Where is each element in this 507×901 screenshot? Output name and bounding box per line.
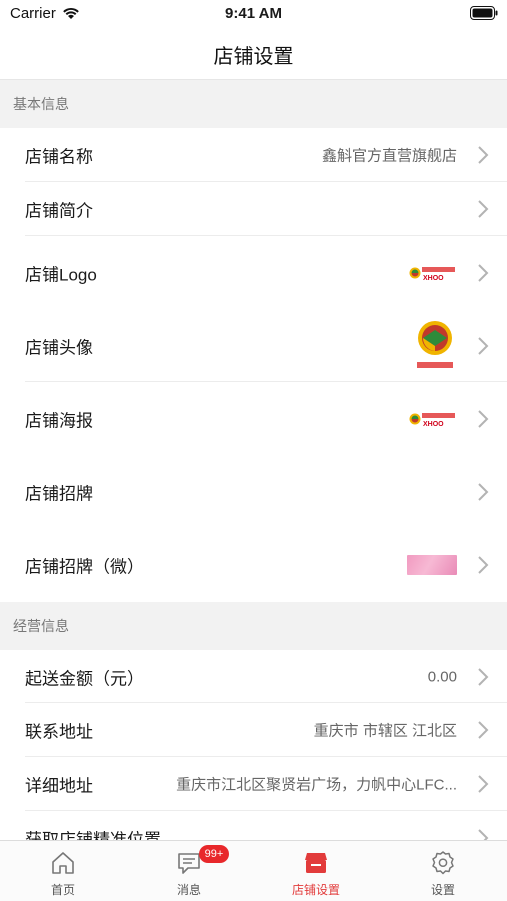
row-contact-address[interactable]: 联系地址 重庆市 市辖区 江北区: [0, 703, 507, 757]
row-store-signboard-mini[interactable]: 店铺招牌（微）: [0, 528, 507, 602]
logo-thumbnail: XHOO: [409, 266, 455, 281]
row-value: 0.00: [427, 668, 457, 685]
row-value: 鑫斛官方直营旗舰店: [321, 147, 457, 165]
tab-label: 首页: [50, 883, 75, 897]
row-label: 店铺招牌: [25, 484, 93, 503]
row-label: 店铺头像: [25, 338, 93, 357]
row-store-poster[interactable]: 店铺海报 XHOO: [0, 382, 507, 455]
settings-icon: [432, 851, 454, 875]
chevron-right-icon: [478, 775, 489, 793]
row-label: 获取店铺精准位置: [25, 830, 161, 841]
row-label: 联系地址: [25, 722, 93, 742]
status-bar: Carrier 9:41 AM: [0, 0, 507, 28]
tab-label: 设置: [430, 883, 455, 897]
home-icon: [52, 852, 74, 874]
chevron-right-icon: [478, 556, 489, 574]
unread-badge: 99+: [199, 845, 229, 863]
row-store-name[interactable]: 店铺名称 鑫斛官方直营旗舰店: [0, 128, 507, 182]
chevron-right-icon: [478, 482, 489, 501]
row-label: 起送金额（元）: [25, 669, 144, 688]
row-store-avatar[interactable]: 店铺头像: [0, 309, 507, 382]
row-label: 详细地址: [25, 776, 93, 796]
section-header-business-info: 经营信息: [0, 602, 507, 650]
row-min-order-amount[interactable]: 起送金额（元） 0.00: [0, 650, 507, 703]
tab-settings[interactable]: 设置: [380, 841, 506, 901]
chevron-right-icon: [478, 146, 489, 164]
chevron-right-icon: [478, 336, 489, 355]
chevron-right-icon: [478, 829, 489, 840]
banner-thumbnail: [407, 555, 457, 575]
chevron-right-icon: [478, 263, 489, 282]
row-store-logo[interactable]: 店铺Logo XHOO: [0, 236, 507, 309]
navigation-bar: 店铺设置: [0, 28, 507, 80]
store-icon: [305, 853, 327, 873]
tab-label: 消息: [176, 883, 201, 897]
clock: 9:41 AM: [225, 5, 282, 22]
section-header-basic-info: 基本信息: [0, 80, 507, 128]
svg-text:XHOO: XHOO: [423, 421, 444, 427]
row-label: 店铺名称: [25, 147, 93, 167]
tab-label: 店铺设置: [291, 883, 340, 897]
tab-bar: 首页 99+ 消息 店铺设置 设置: [0, 840, 507, 901]
row-detailed-address[interactable]: 详细地址 重庆市江北区聚贤岩广场，力帆中心LFC...: [0, 757, 507, 811]
chevron-right-icon: [478, 667, 489, 686]
row-label: 店铺海报: [25, 411, 93, 430]
chevron-right-icon: [478, 409, 489, 428]
row-precise-location[interactable]: 获取店铺精准位置: [0, 811, 507, 840]
row-label: 店铺招牌（微）: [25, 557, 144, 577]
row-label: 店铺Logo: [25, 265, 97, 284]
tab-messages[interactable]: 99+ 消息: [126, 841, 252, 901]
tab-home[interactable]: 首页: [0, 841, 126, 901]
page-title: 店铺设置: [213, 46, 294, 68]
avatar-thumbnail: [417, 320, 453, 368]
battery-icon: [470, 6, 498, 20]
row-label: 店铺简介: [25, 201, 93, 221]
poster-thumbnail: XHOO: [409, 412, 455, 427]
row-store-intro[interactable]: 店铺简介: [0, 182, 507, 236]
tab-store-settings[interactable]: 店铺设置: [253, 841, 379, 901]
chevron-right-icon: [478, 721, 489, 739]
settings-list[interactable]: 基本信息 店铺名称 鑫斛官方直营旗舰店 店铺简介 店铺Logo XHOO 店铺头…: [0, 80, 507, 840]
row-value: 重庆市 市辖区 江北区: [313, 722, 457, 740]
chevron-right-icon: [478, 200, 489, 218]
svg-text:XHOO: XHOO: [423, 275, 444, 281]
row-store-signboard[interactable]: 店铺招牌: [0, 455, 507, 528]
row-value: 重庆市江北区聚贤岩广场，力帆中心LFC...: [176, 776, 457, 794]
